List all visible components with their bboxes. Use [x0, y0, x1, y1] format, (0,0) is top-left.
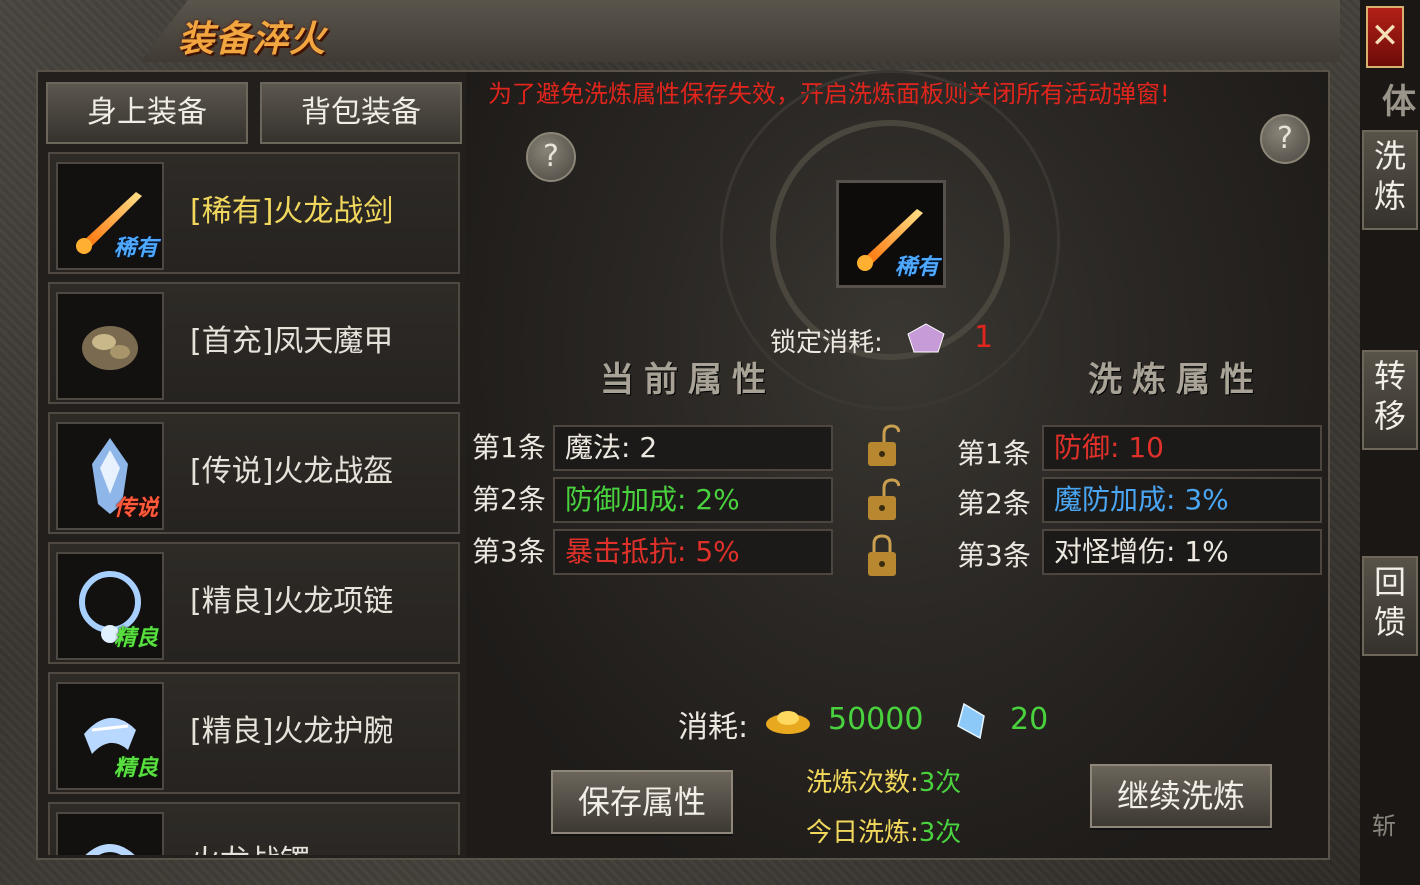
rarity-badge: 稀有 [894, 254, 939, 280]
refine-count-value: 3次 [918, 768, 962, 798]
side-top-text: 体 [1382, 82, 1416, 122]
equipment-slot [56, 812, 164, 855]
equipment-name: [传说]火龙战盔 [190, 454, 394, 489]
cost-label: 消耗: [678, 710, 749, 745]
equipment-slot: 精良 [56, 682, 164, 790]
today-refine-count: 今日洗炼:3次 [806, 812, 961, 849]
equipment-item[interactable]: 精良 [精良]火龙项链 [48, 542, 460, 664]
tab-worn-equipment[interactable]: 身上装备 [46, 82, 248, 144]
equipment-slot: 精良 [56, 552, 164, 660]
refine-attribute: 魔防加成: 3% [1042, 477, 1322, 523]
side-tab-label: 回馈 [1373, 563, 1406, 641]
equipment-item[interactable]: 传说 [传说]火龙战盔 [48, 412, 460, 534]
gold-cost: 50000 [828, 702, 924, 737]
current-attribute: 防御加成: 2% [553, 477, 833, 523]
equipment-list[interactable]: 稀有 [稀有]火龙战剑 [首充]凤天魔甲 传说 [传说]火龙战盔 精良 [精良]… [46, 152, 464, 855]
equipment-item[interactable]: 火龙战镯 [48, 802, 460, 855]
continue-refine-button[interactable]: 继续洗炼 [1090, 764, 1272, 828]
equipment-item[interactable]: [首充]凤天魔甲 [48, 282, 460, 404]
side-tab-refine[interactable]: 洗炼 [1362, 130, 1418, 230]
equipment-name: [首充]凤天魔甲 [190, 324, 394, 359]
gem-icon [907, 323, 945, 353]
side-tab-label: 洗炼 [1373, 137, 1406, 215]
row-label: 第3条 [472, 535, 546, 568]
bracelet-icon [85, 844, 135, 855]
crystal-icon [957, 702, 985, 740]
lock-cost-value: 1 [974, 320, 994, 355]
row-label: 第2条 [957, 487, 1031, 520]
help-button-right[interactable]: ? [1260, 114, 1310, 164]
help-button-left[interactable]: ? [526, 132, 576, 182]
tab-bag-equipment[interactable]: 背包装备 [260, 82, 462, 144]
refine-attributes-title: 洗炼属性 [1088, 360, 1264, 400]
refine-count: 洗炼次数:3次 [806, 762, 961, 799]
row-label: 第1条 [957, 437, 1031, 470]
row-label: 第3条 [957, 539, 1031, 572]
equipment-name: [稀有]火龙战剑 [190, 194, 394, 229]
today-count-label: 今日洗炼: [806, 818, 919, 848]
equipment-slot: 传说 [56, 422, 164, 530]
row-label: 第2条 [472, 483, 546, 516]
refine-count-label: 洗炼次数: [806, 768, 919, 798]
armor-icon [82, 326, 138, 370]
equipment-name: 火龙战镯 [190, 836, 310, 855]
locked-padlock-icon[interactable] [866, 534, 900, 580]
side-bottom-text: 斩 [1372, 812, 1396, 840]
rarity-badge: 精良 [113, 625, 158, 651]
save-attributes-button[interactable]: 保存属性 [551, 770, 733, 834]
rarity-badge: 精良 [113, 755, 158, 781]
window-title: 装备淬火 [178, 18, 327, 60]
equipment-slot [56, 292, 164, 400]
today-count-value: 3次 [918, 818, 962, 848]
equipment-item[interactable]: 稀有 [稀有]火龙战剑 [48, 152, 460, 274]
row-label: 第1条 [472, 431, 546, 464]
unlocked-padlock-icon[interactable] [866, 478, 900, 524]
unlocked-padlock-icon[interactable] [866, 424, 900, 470]
side-tab-transfer[interactable]: 转移 [1362, 350, 1418, 450]
side-tab-label: 转移 [1373, 357, 1406, 435]
equipment-name: [精良]火龙护腕 [190, 714, 394, 749]
current-attribute: 魔法: 2 [553, 425, 833, 471]
rarity-badge: 传说 [113, 495, 158, 521]
rarity-badge: 稀有 [113, 235, 158, 261]
current-attribute: 暴击抵抗: 5% [553, 529, 833, 575]
gold-ingot-icon [766, 711, 810, 734]
refine-attribute: 防御: 10 [1042, 425, 1322, 471]
equipment-name: [精良]火龙项链 [190, 584, 394, 619]
current-attributes-title: 当前属性 [600, 360, 776, 400]
lock-cost-label: 锁定消耗: [770, 328, 883, 358]
close-button[interactable]: ✕ [1366, 6, 1404, 68]
equipment-slot: 稀有 [56, 162, 164, 270]
side-tab-feedback[interactable]: 回馈 [1362, 556, 1418, 656]
equipment-item[interactable]: 精良 [精良]火龙护腕 [48, 672, 460, 794]
crystal-cost: 20 [1010, 702, 1049, 737]
refine-attribute: 对怪增伤: 1% [1042, 529, 1322, 575]
selected-equipment-slot: 稀有 [836, 180, 946, 288]
